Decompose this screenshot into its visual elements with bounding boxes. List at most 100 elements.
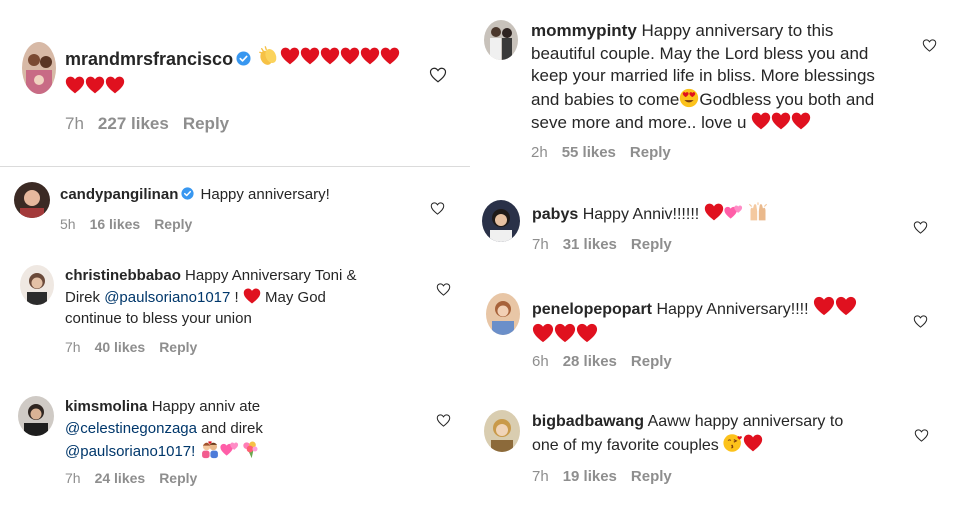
avatar[interactable] — [20, 265, 54, 305]
like-heart-icon[interactable] — [914, 428, 929, 443]
red-heart-icon — [835, 295, 857, 317]
likes-count[interactable]: 40 likes — [95, 339, 146, 355]
username[interactable]: kimsmolina — [65, 398, 148, 415]
verified-badge-icon — [236, 51, 251, 66]
comment-kimsmolina: kimsmolina Happy anniv ate @celestinegon… — [18, 396, 465, 496]
comment-text-line4: and babies to come — [531, 89, 680, 109]
comment-body: penelopepopart Happy Anniversary!!!! — [532, 295, 892, 349]
comment-text-line3: keep your married life in bliss. More bl… — [531, 66, 875, 85]
comment-candypangilinan: candypangilinan Happy anniversary! 5h 16 … — [14, 182, 464, 242]
comment-text: Happy anniversary! — [200, 186, 330, 203]
comment-text-line2: one of my favorite couples — [532, 437, 719, 454]
username[interactable]: mrandmrsfrancisco — [65, 49, 233, 69]
red-heart-icon — [704, 202, 724, 222]
comment-body: christinebbabao Happy Anniversary Toni &… — [65, 265, 445, 330]
face-blowing-kiss-icon — [723, 433, 743, 453]
red-heart-icon — [300, 44, 320, 68]
comment-pabys: pabys Happy Anniv!!!!!! 7h 31 likes Reply — [482, 200, 954, 260]
reply-button[interactable]: Reply — [159, 470, 197, 486]
comment-body: bigbadbawang Aaww happy anniversary to o… — [532, 410, 912, 457]
reply-button[interactable]: Reply — [630, 144, 671, 161]
verified-badge-icon — [181, 187, 194, 200]
left-comment-panel: mrandmrsfrancisco 7h 227 likes Reply candy… — [0, 0, 470, 505]
likes-count[interactable]: 31 likes — [563, 236, 617, 253]
couple-with-heart-icon — [200, 439, 220, 459]
red-heart-icon — [65, 73, 85, 97]
comment-body: kimsmolina Happy anniv ate @celestinegon… — [65, 396, 445, 463]
comment-body: candypangilinan Happy anniversary! — [60, 184, 330, 205]
reply-button[interactable]: Reply — [159, 339, 197, 355]
reply-button[interactable]: Reply — [154, 216, 192, 232]
likes-count[interactable]: 227 likes — [98, 114, 169, 133]
like-heart-icon[interactable] — [430, 201, 445, 216]
username[interactable]: mommypinty — [531, 21, 637, 40]
comment-text: ! — [234, 288, 239, 306]
comment-text-line1: Happy anniversary to this — [641, 21, 834, 40]
comment-meta: 7h 40 likes Reply — [65, 339, 211, 355]
timestamp: 7h — [65, 470, 81, 486]
reply-button[interactable]: Reply — [631, 468, 672, 485]
raising-hands-icon — [748, 202, 768, 222]
like-heart-icon[interactable] — [913, 220, 928, 235]
mention-link[interactable]: @paulsoriano1017 — [104, 289, 230, 306]
comment-meta: 7h 227 likes Reply — [65, 114, 243, 134]
red-heart-icon — [771, 111, 791, 131]
username[interactable]: penelopepopart — [532, 301, 652, 318]
red-heart-icon — [751, 111, 771, 131]
likes-count[interactable]: 19 likes — [563, 468, 617, 485]
mention-link[interactable]: @paulsoriano1017! — [65, 443, 195, 460]
reply-button[interactable]: Reply — [631, 353, 672, 370]
comment-text-line1: Happy anniv ate — [151, 398, 261, 415]
two-hearts-icon — [724, 202, 744, 222]
red-heart-icon — [576, 322, 598, 344]
like-heart-icon[interactable] — [436, 282, 451, 297]
divider — [0, 166, 470, 167]
comment-christinebbabao: christinebbabao Happy Anniversary Toni &… — [20, 265, 465, 365]
avatar[interactable] — [14, 182, 50, 218]
timestamp: 7h — [532, 468, 549, 485]
bouquet-icon — [240, 439, 260, 459]
comment-text-line1: Happy Anniversary Toni & — [185, 267, 357, 284]
timestamp: 6h — [532, 353, 549, 370]
comment-text-line1: Aaww happy anniversary to — [647, 413, 844, 430]
username[interactable]: christinebbabao — [65, 267, 181, 284]
comment-meta: 7h 24 likes Reply — [65, 470, 211, 486]
like-heart-icon[interactable] — [913, 314, 928, 329]
right-comment-panel: mommypinty Happy anniversary to this bea… — [474, 0, 960, 505]
likes-count[interactable]: 28 likes — [563, 353, 617, 370]
comment-meta: 5h 16 likes Reply — [60, 216, 206, 232]
avatar[interactable] — [486, 293, 520, 335]
avatar[interactable] — [22, 42, 56, 94]
timestamp: 2h — [531, 144, 548, 161]
comment-body: mrandmrsfrancisco — [65, 44, 445, 102]
avatar[interactable] — [484, 410, 520, 452]
comment-text-line3: continue to bless your union — [65, 310, 252, 327]
mention-link[interactable]: @celestinegonzaga — [65, 420, 197, 437]
avatar[interactable] — [482, 200, 520, 242]
comment-text: Happy Anniversary!!!! — [656, 301, 809, 318]
username[interactable]: pabys — [532, 206, 578, 223]
comment-text-line2: beautiful couple. May the Lord bless you… — [531, 43, 869, 63]
username[interactable]: bigbadbawang — [532, 413, 644, 430]
comment-text: and direk — [196, 419, 263, 437]
avatar[interactable] — [484, 20, 518, 60]
username[interactable]: candypangilinan — [60, 186, 178, 203]
heart-eyes-face-icon — [679, 88, 699, 108]
timestamp: 5h — [60, 216, 76, 232]
avatar[interactable] — [18, 396, 54, 436]
reply-button[interactable]: Reply — [183, 114, 229, 133]
comment-body: mommypinty Happy anniversary to this bea… — [531, 20, 911, 135]
likes-count[interactable]: 24 likes — [95, 470, 146, 486]
comment-meta: 6h 28 likes Reply — [532, 353, 686, 370]
comment-text: Direk — [65, 288, 101, 306]
like-heart-icon[interactable] — [436, 413, 451, 428]
red-heart-icon — [380, 44, 400, 68]
likes-count[interactable]: 55 likes — [562, 144, 616, 161]
like-heart-icon[interactable] — [429, 66, 447, 84]
red-heart-icon — [105, 73, 125, 97]
red-heart-icon — [320, 44, 340, 68]
comment-body: pabys Happy Anniv!!!!!! — [532, 202, 768, 227]
reply-button[interactable]: Reply — [631, 236, 672, 253]
likes-count[interactable]: 16 likes — [90, 216, 141, 232]
like-heart-icon[interactable] — [922, 38, 937, 53]
